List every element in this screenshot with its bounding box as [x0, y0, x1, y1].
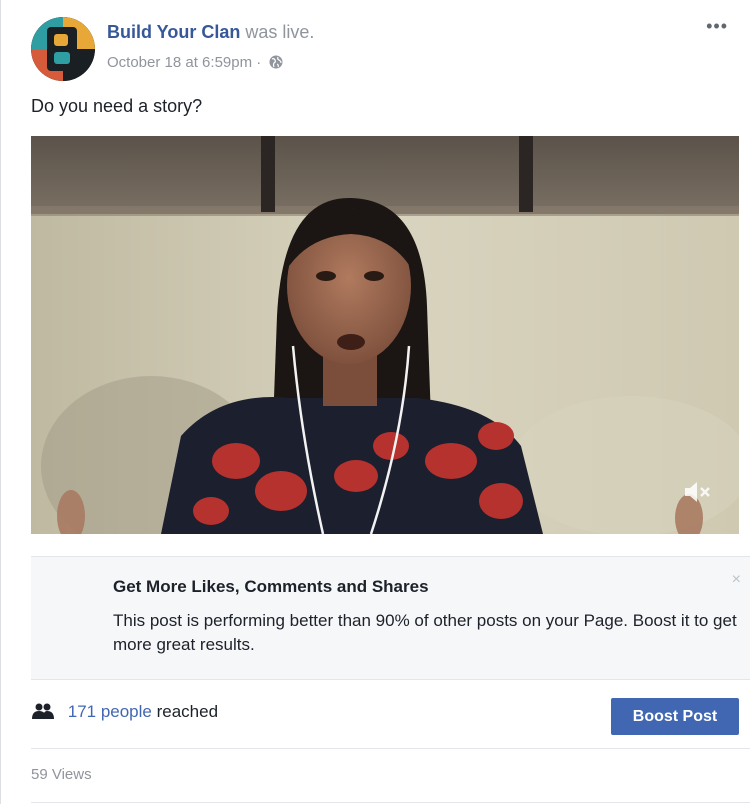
- post-text: Do you need a story?: [31, 96, 203, 116]
- video-player[interactable]: [31, 136, 739, 534]
- boost-post-button[interactable]: Boost Post: [611, 698, 739, 735]
- page-avatar[interactable]: [31, 17, 95, 81]
- post-card: Build Your Clan was live. October 18 at …: [0, 0, 750, 804]
- views-count: 59 Views: [31, 766, 92, 783]
- post-status: was live.: [245, 22, 315, 42]
- post-header: Build Your Clan was live.: [107, 22, 314, 43]
- avatar-logo: [31, 17, 95, 81]
- more-options-button[interactable]: •••: [706, 16, 728, 37]
- page-name-link[interactable]: Build Your Clan: [107, 22, 240, 42]
- post-meta: October 18 at 6:59pm ·: [107, 54, 283, 71]
- reach-suffix: reached: [156, 702, 219, 721]
- boost-prompt-body: This post is performing better than 90% …: [113, 611, 737, 654]
- boost-prompt: Get More Likes, Comments and Shares This…: [31, 556, 750, 680]
- people-icon: [31, 703, 55, 719]
- meta-separator: ·: [256, 54, 262, 71]
- globe-icon[interactable]: [269, 55, 283, 69]
- boost-prompt-title: Get More Likes, Comments and Shares: [113, 577, 429, 596]
- video-frame: [31, 136, 739, 534]
- close-icon[interactable]: ×: [732, 571, 741, 589]
- divider: [31, 802, 750, 803]
- post-timestamp[interactable]: October 18 at 6:59pm: [107, 54, 252, 71]
- speaker-muted-icon[interactable]: [683, 480, 713, 504]
- reach-stat: 171 people reached: [31, 702, 218, 722]
- divider: [31, 748, 750, 749]
- reach-count-link[interactable]: 171 people: [68, 702, 152, 721]
